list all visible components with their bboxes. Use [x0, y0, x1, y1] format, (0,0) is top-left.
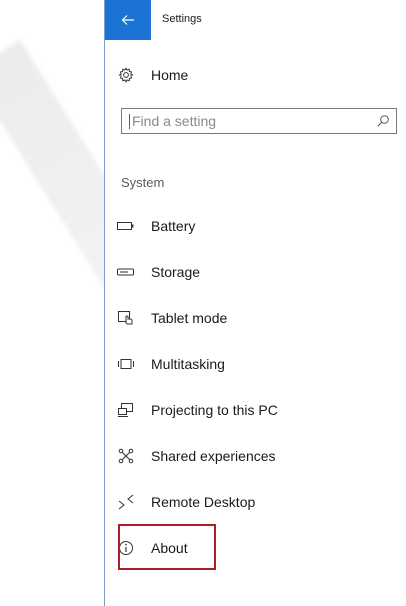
remote-desktop-icon — [117, 493, 135, 511]
title-bar: Settings — [105, 0, 406, 40]
about-highlight-box — [118, 524, 216, 570]
sidebar-item-label: Storage — [151, 264, 201, 280]
search-input[interactable] — [132, 111, 362, 131]
text-caret — [129, 114, 130, 129]
gear-icon — [117, 66, 135, 84]
search-icon[interactable] — [376, 114, 390, 128]
projecting-icon — [117, 401, 135, 419]
back-arrow-icon — [121, 15, 134, 25]
search-field[interactable] — [121, 108, 397, 134]
screenshot-stage: Settings Home System — [0, 0, 406, 606]
sidebar-item-multitasking[interactable]: Multitasking — [105, 345, 406, 383]
sidebar-item-projecting[interactable]: Projecting to this PC — [105, 391, 406, 429]
sidebar-item-battery[interactable]: Battery — [105, 207, 406, 245]
home-label: Home — [151, 67, 189, 83]
home-link[interactable]: Home — [105, 56, 406, 94]
shared-experiences-icon — [117, 447, 135, 465]
storage-icon — [117, 263, 135, 281]
sidebar-item-tablet-mode[interactable]: Tablet mode — [105, 299, 406, 337]
back-button[interactable] — [105, 0, 151, 40]
sidebar-item-label: Remote Desktop — [151, 494, 256, 510]
sidebar-item-label: Tablet mode — [151, 310, 228, 326]
battery-icon — [117, 217, 135, 235]
section-heading-system: System — [121, 175, 165, 190]
settings-window: Settings Home System — [104, 0, 406, 606]
sidebar-item-shared-experiences[interactable]: Shared experiences — [105, 437, 406, 475]
sidebar-item-remote-desktop[interactable]: Remote Desktop — [105, 483, 406, 521]
sidebar-item-label: Projecting to this PC — [151, 402, 278, 418]
tablet-mode-icon — [117, 309, 135, 327]
sidebar-item-label: Multitasking — [151, 356, 225, 372]
window-title: Settings — [162, 13, 202, 25]
sidebar-item-storage[interactable]: Storage — [105, 253, 406, 291]
multitasking-icon — [117, 355, 135, 373]
sidebar-item-label: Battery — [151, 218, 196, 234]
sidebar-item-label: Shared experiences — [151, 448, 276, 464]
